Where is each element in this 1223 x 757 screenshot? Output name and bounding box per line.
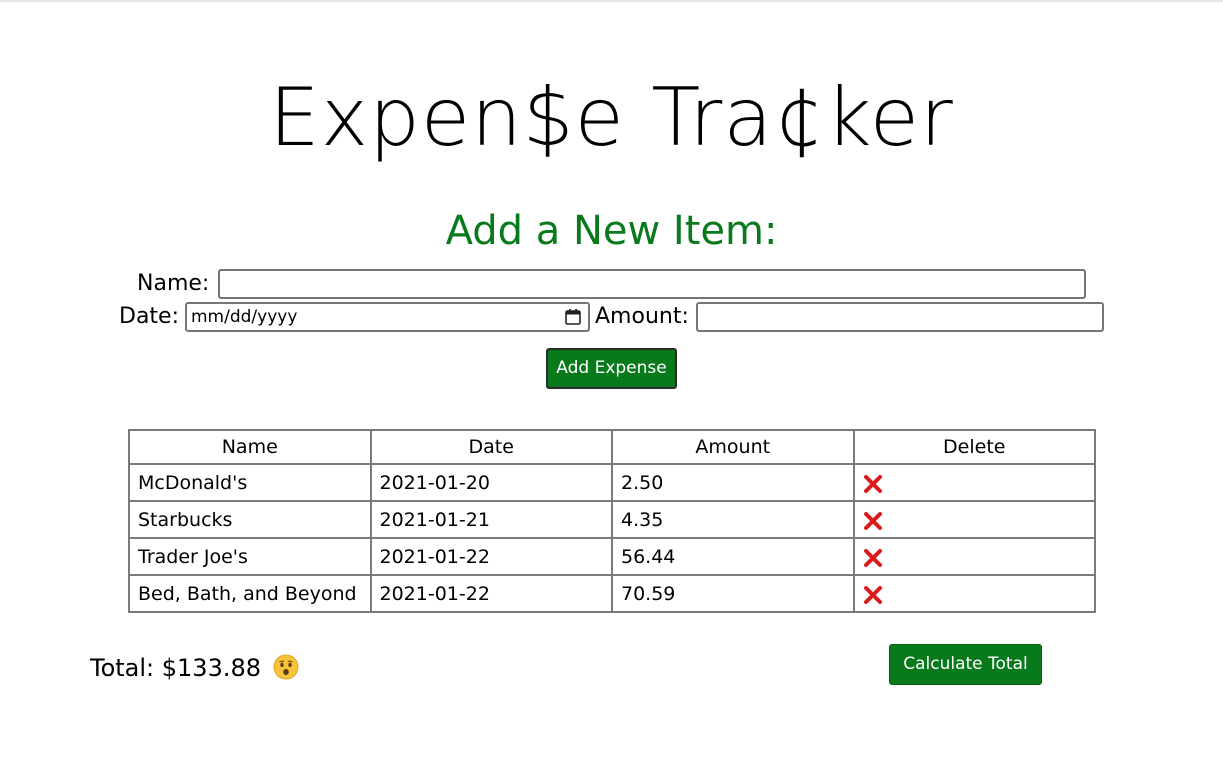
delete-cross-icon[interactable] (863, 474, 883, 494)
cell-name: Starbucks (128, 500, 372, 539)
calendar-icon[interactable] (564, 308, 582, 326)
amount-input[interactable] (696, 302, 1104, 332)
cell-date: 2021-01-20 (369, 463, 613, 502)
cell-name: Bed, Bath, and Beyond (128, 574, 372, 613)
header-date: Date (369, 429, 613, 465)
cell-amount: 4.35 (611, 500, 855, 539)
table-row: Starbucks 2021-01-21 4.35 (128, 500, 1096, 539)
cell-date: 2021-01-21 (369, 500, 613, 539)
cell-delete (852, 537, 1096, 576)
cell-amount: 56.44 (611, 537, 855, 576)
date-label: Date: (119, 304, 179, 329)
table-row: Trader Joe's 2021-01-22 56.44 (128, 537, 1096, 576)
header-delete: Delete (852, 429, 1096, 465)
cell-delete (852, 463, 1096, 502)
delete-cross-icon[interactable] (863, 585, 883, 605)
header-name: Name (128, 429, 372, 465)
delete-cross-icon[interactable] (863, 511, 883, 531)
cell-name: Trader Joe's (128, 537, 372, 576)
calculate-total-button[interactable]: Calculate Total (889, 644, 1042, 685)
add-expense-button[interactable]: Add Expense (546, 348, 677, 389)
table-row: Bed, Bath, and Beyond 2021-01-22 70.59 (128, 574, 1096, 613)
cell-amount: 2.50 (611, 463, 855, 502)
date-placeholder: mm/dd/yyyy (191, 307, 298, 327)
date-input[interactable]: mm/dd/yyyy (185, 302, 590, 332)
total-text: Total: $133.88 (90, 654, 262, 682)
expenses-table: Name Date Amount Delete McDonald's 2021-… (128, 429, 1096, 613)
table-header-row: Name Date Amount Delete (128, 429, 1096, 465)
header-amount: Amount (611, 429, 855, 465)
frowning-face-open-mouth-icon (273, 654, 299, 680)
expense-tracker-app: Expen$e Tra¢ker Add a New Item: Name: Da… (0, 0, 1223, 757)
top-divider (0, 0, 1223, 2)
amount-label: Amount: (595, 304, 689, 329)
cell-date: 2021-01-22 (369, 574, 613, 613)
delete-cross-icon[interactable] (863, 548, 883, 568)
cell-delete (852, 574, 1096, 613)
page-title: Expen$e Tra¢ker (269, 71, 954, 164)
table-row: McDonald's 2021-01-20 2.50 (128, 463, 1096, 502)
cell-date: 2021-01-22 (369, 537, 613, 576)
cell-amount: 70.59 (611, 574, 855, 613)
total-display: Total: $133.88 (90, 652, 299, 684)
cell-delete (852, 500, 1096, 539)
cell-name: McDonald's (128, 463, 372, 502)
name-label: Name: (137, 271, 210, 296)
form-heading: Add a New Item: (445, 208, 778, 254)
name-input[interactable] (218, 269, 1086, 299)
